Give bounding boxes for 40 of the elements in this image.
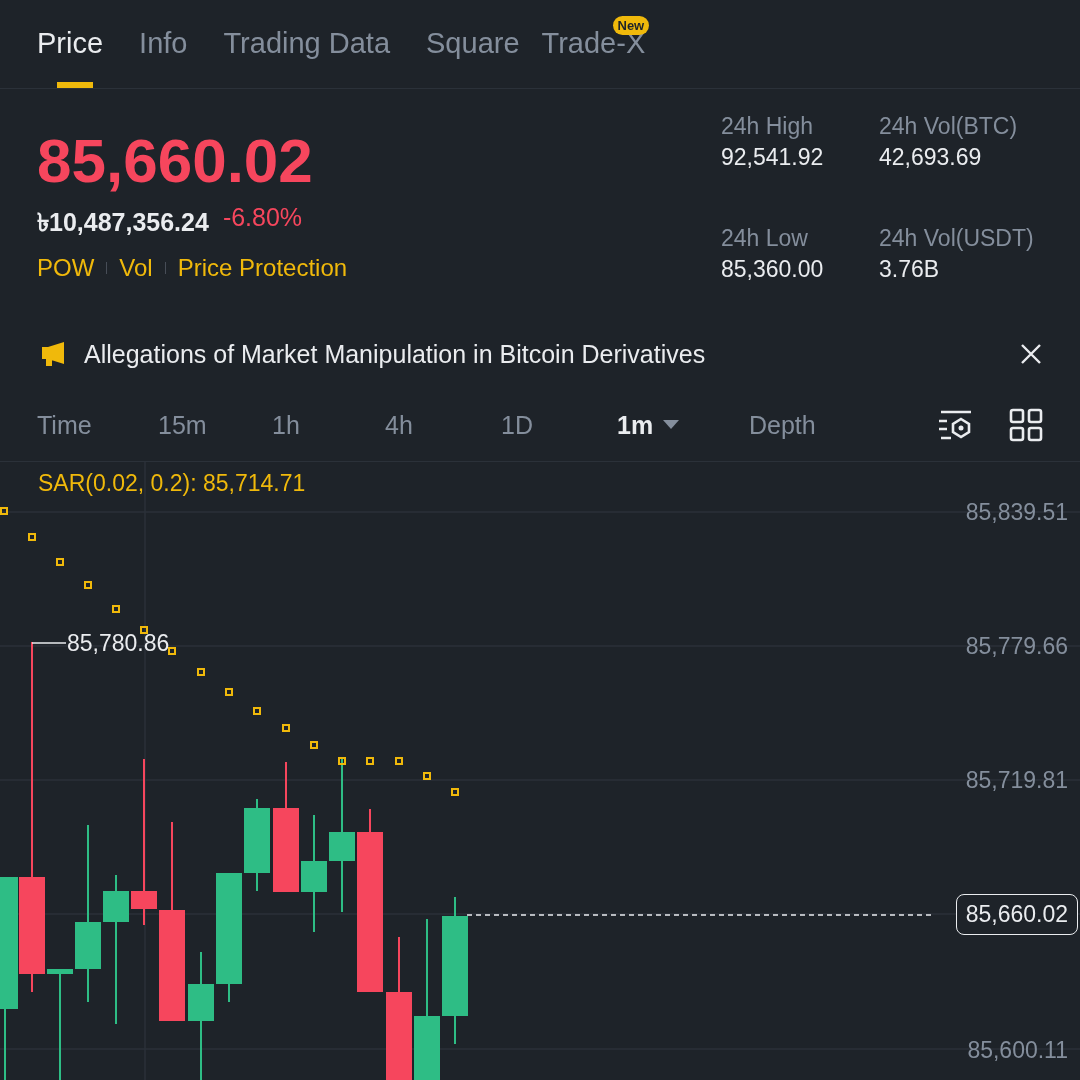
close-icon[interactable] bbox=[1020, 343, 1042, 365]
price-axis-label: 85,719.81 bbox=[965, 767, 1068, 794]
tab[interactable]: Trading Data bbox=[223, 0, 395, 88]
announcement-text[interactable]: Allegations of Market Manipulation in Bitcoin Derivatives bbox=[84, 339, 1004, 369]
stat-label: 24h High bbox=[721, 113, 815, 140]
stat-label: 24h Low bbox=[721, 225, 809, 252]
stat-label: 24h Vol(BTC) bbox=[879, 113, 1019, 140]
tag-link[interactable]: Vol bbox=[119, 254, 153, 282]
tag-link[interactable]: POW bbox=[37, 254, 95, 282]
grid-layout-icon[interactable] bbox=[1009, 408, 1043, 442]
stat-value: 92,541.92 bbox=[721, 144, 825, 171]
interval-tab[interactable]: 1D bbox=[501, 410, 617, 440]
tab[interactable]: Trade-X New bbox=[541, 0, 650, 88]
price-axis-label: 85,779.66 bbox=[965, 633, 1068, 660]
stat-label: 24h Vol(USDT) bbox=[879, 225, 1035, 252]
stat-value: 3.76B bbox=[879, 256, 941, 283]
interval-tab[interactable]: 1m bbox=[617, 410, 749, 440]
price-change: -6.80% bbox=[222, 203, 303, 233]
interval-tab[interactable]: Time bbox=[37, 410, 158, 440]
tag-link[interactable]: Price Protection bbox=[177, 254, 348, 282]
fiat-price: ৳10,487,356.24 bbox=[37, 207, 209, 238]
interval-tab[interactable]: 4h bbox=[385, 410, 501, 440]
last-price: 85,660.02 bbox=[37, 125, 314, 197]
interval-tab[interactable]: Depth bbox=[749, 410, 816, 440]
high-marker-line bbox=[31, 642, 67, 644]
price-axis-label: 85,600.11 bbox=[967, 1037, 1068, 1064]
price-axis-label: 85,839.51 bbox=[965, 499, 1068, 526]
interval-tab[interactable]: 1h bbox=[272, 410, 385, 440]
current-price-tag: 85,660.02 bbox=[955, 894, 1078, 935]
stat-value: 85,360.00 bbox=[721, 256, 825, 283]
caret-icon[interactable] bbox=[663, 420, 680, 430]
sar-indicator-value: SAR(0.02, 0.2): 85,714.71 bbox=[38, 470, 306, 497]
stat-value: 42,693.69 bbox=[879, 144, 983, 171]
tab[interactable]: Square bbox=[426, 0, 524, 88]
new-badge: New bbox=[612, 16, 650, 35]
tab[interactable]: Info bbox=[139, 0, 192, 88]
interval-tab[interactable]: 15m bbox=[158, 410, 272, 440]
indicator-settings-icon[interactable] bbox=[937, 409, 973, 441]
tab[interactable]: Price bbox=[37, 0, 108, 88]
high-price-label: 85,780.86 bbox=[67, 630, 170, 657]
